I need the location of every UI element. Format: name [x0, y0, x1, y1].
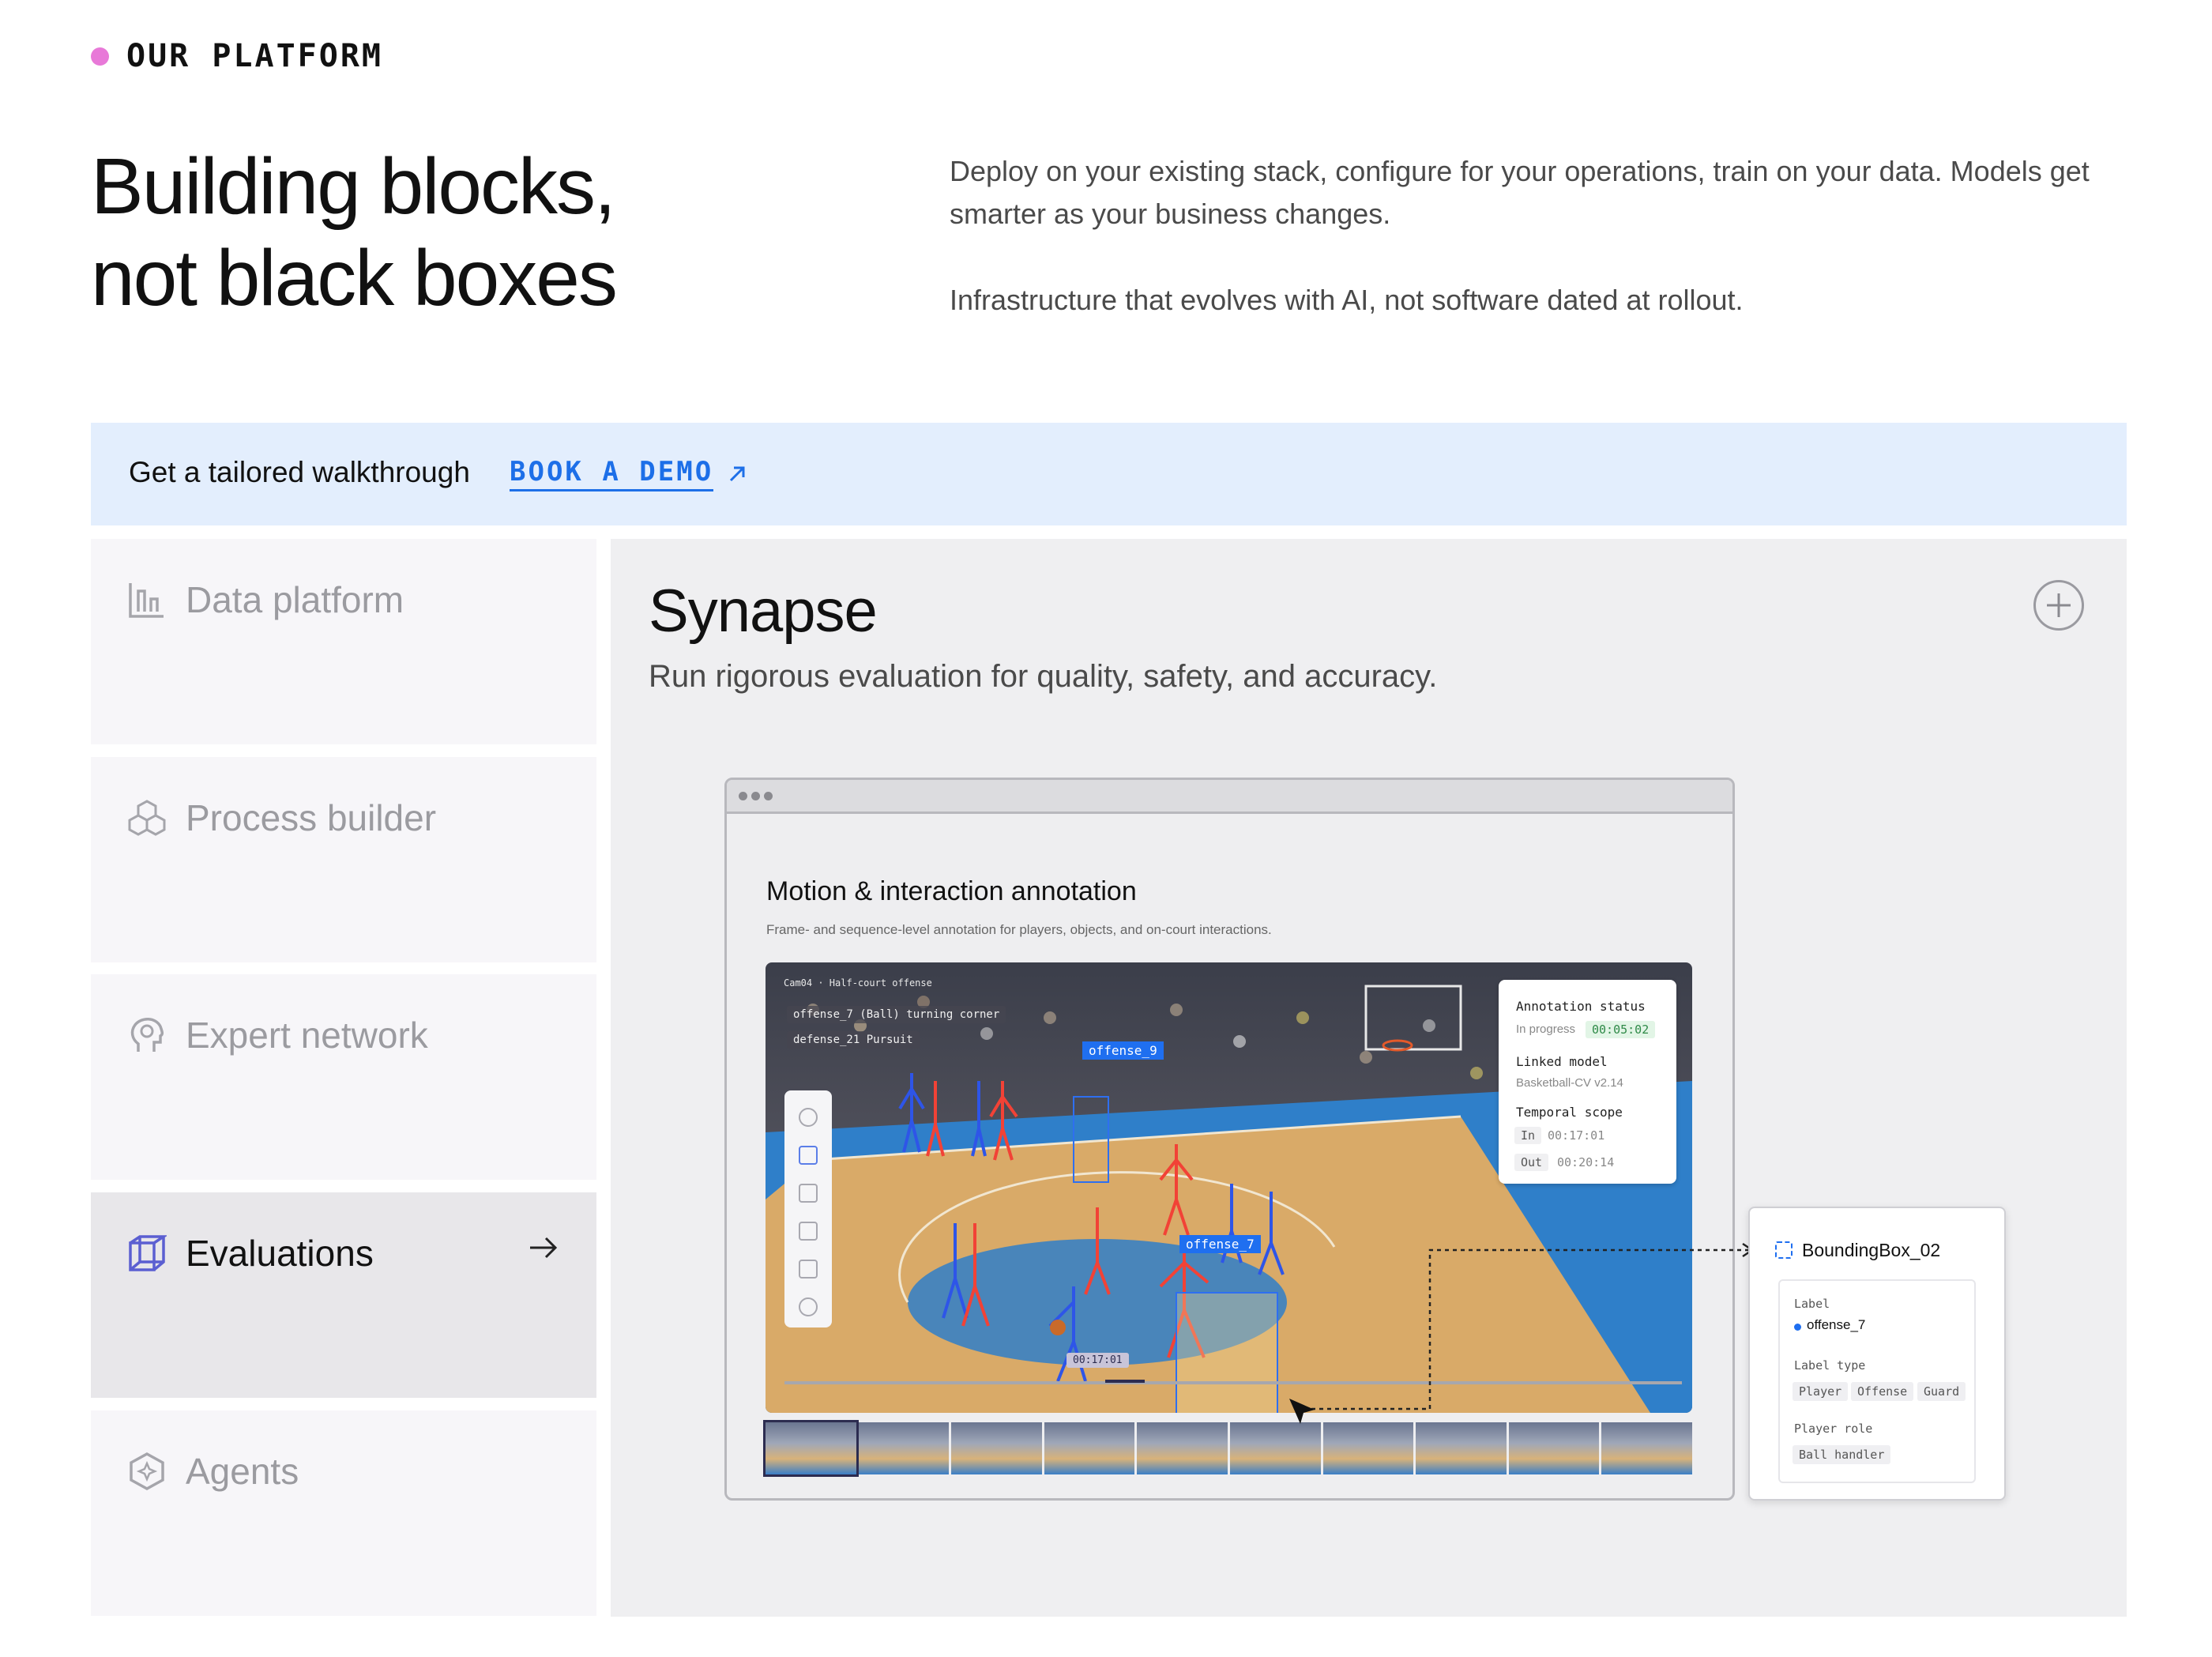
annotation-tag[interactable]: offense_7 (Ball) turning corner: [787, 1006, 1006, 1023]
label-type-chip[interactable]: Player: [1793, 1382, 1849, 1401]
plus-circle-icon[interactable]: [2033, 580, 2084, 631]
window-dot-icon: [739, 792, 747, 800]
hero-heading-line1: Building blocks,: [91, 142, 616, 231]
filmstrip-frame[interactable]: [951, 1422, 1042, 1474]
book-demo-label: BOOK A DEMO: [510, 456, 714, 491]
sidebar-item-data-platform[interactable]: Data platform: [91, 539, 596, 744]
demo-banner: Get a tailored walkthrough BOOK A DEMO: [91, 423, 2127, 525]
temporal-scope-key: Temporal scope: [1516, 1105, 1623, 1120]
hero-heading: Building blocks, not black boxes: [91, 141, 802, 324]
tag-tool-icon[interactable]: [799, 1222, 818, 1241]
frame-tool-icon[interactable]: [799, 1260, 818, 1279]
target-tool-icon[interactable]: [799, 1297, 818, 1316]
window-dot-icon: [751, 792, 760, 800]
chart-icon: [129, 583, 164, 618]
banner-label: Get a tailored walkthrough: [129, 456, 470, 488]
bbox-label[interactable]: offense_7: [1179, 1235, 1261, 1253]
out-time: 00:20:14: [1557, 1155, 1615, 1169]
status-value: In progress: [1516, 1022, 1576, 1036]
panel-title: Synapse: [649, 578, 878, 645]
label-value[interactable]: offense_7: [1807, 1317, 1865, 1333]
label-type-chip[interactable]: Guard: [1917, 1382, 1966, 1401]
annotation-tag[interactable]: defense_21 Pursuit: [787, 1031, 920, 1049]
arrow-right-icon: [530, 1237, 558, 1259]
window-subtitle: Frame- and sequence-level annotation for…: [766, 922, 1272, 937]
window-title: Motion & interaction annotation: [766, 876, 1137, 906]
linked-model-value: Basketball-CV v2.14: [1516, 1076, 1623, 1090]
sidebar-item-label: Data platform: [186, 579, 404, 620]
blocks-icon: [128, 800, 166, 836]
hero-heading-line2: not black boxes: [91, 234, 618, 322]
eyebrow-label: OUR PLATFORM: [126, 38, 383, 74]
cube-icon: [129, 1235, 167, 1271]
status-key: Annotation status: [1516, 999, 1646, 1014]
connector-line: [1289, 1242, 1755, 1424]
sidebar-item-label: Agents: [186, 1451, 299, 1492]
blue-dot-icon: [1794, 1324, 1801, 1331]
hero-paragraph-2: Infrastructure that evolves with AI, not…: [950, 284, 1744, 316]
label-type-key: Label type: [1794, 1358, 1866, 1373]
sidebar-item-expert-network[interactable]: Expert network: [91, 974, 596, 1180]
window-titlebar: [727, 780, 1732, 814]
annotation-status-card: Annotation status In progress 00:05:02 L…: [1499, 980, 1676, 1184]
panel-subtitle: Run rigorous evaluation for quality, saf…: [649, 659, 1438, 694]
add-icon[interactable]: [799, 1108, 818, 1127]
hexagon-sparkle-icon: [130, 1452, 164, 1490]
bounding-box-title: BoundingBox_02: [1802, 1240, 1941, 1260]
bounding-box-icon: [1775, 1241, 1793, 1259]
camera-label: Cam04 · Half-court offense: [784, 977, 932, 989]
bbox-label[interactable]: offense_9: [1082, 1041, 1164, 1060]
filmstrip-frame[interactable]: [1044, 1422, 1135, 1474]
player-role-chip[interactable]: Ball handler: [1793, 1445, 1891, 1464]
filmstrip-frame[interactable]: [763, 1420, 859, 1477]
out-chip: Out: [1514, 1154, 1549, 1171]
hero-paragraph-1: Deploy on your existing stack, configure…: [950, 155, 2090, 230]
sidebar-item-label: Process builder: [186, 797, 437, 838]
filmstrip-frame[interactable]: [858, 1422, 950, 1474]
pink-dot-icon: [91, 47, 109, 66]
player-role-key: Player role: [1794, 1422, 1873, 1436]
sidebar-item-evaluations[interactable]: Evaluations: [91, 1192, 596, 1398]
head-icon: [130, 1018, 164, 1052]
sidebar-item-agents[interactable]: Agents: [91, 1410, 596, 1616]
annotation-toolbar: [784, 1090, 832, 1327]
move-tool-icon[interactable]: [799, 1184, 818, 1203]
book-demo-link[interactable]: BOOK A DEMO: [510, 456, 748, 491]
window-dot-icon: [764, 792, 773, 800]
cursor-icon: [1289, 1399, 1315, 1424]
bounding-box-tool-icon[interactable]: [799, 1146, 818, 1165]
bounding-box-card[interactable]: BoundingBox_02 Label offense_7 Label typ…: [1748, 1207, 2006, 1501]
in-time: 00:17:01: [1548, 1128, 1605, 1143]
sidebar-item-label: Evaluations: [186, 1233, 374, 1274]
timecode-marker[interactable]: 00:17:01: [1066, 1353, 1129, 1368]
in-chip: In: [1514, 1127, 1542, 1144]
sidebar-item-process-builder[interactable]: Process builder: [91, 757, 596, 962]
bounding-box-properties: Label offense_7 Label type Player Offens…: [1778, 1279, 1976, 1483]
linked-model-key: Linked model: [1516, 1054, 1608, 1069]
arrow-up-right-icon: [730, 466, 745, 481]
status-timer: 00:05:02: [1586, 1021, 1656, 1038]
label-type-chip[interactable]: Offense: [1851, 1382, 1914, 1401]
filmstrip-frame[interactable]: [1137, 1422, 1228, 1474]
sidebar-item-label: Expert network: [186, 1015, 428, 1056]
label-key: Label: [1794, 1297, 1830, 1311]
section-eyebrow: OUR PLATFORM: [91, 38, 383, 74]
